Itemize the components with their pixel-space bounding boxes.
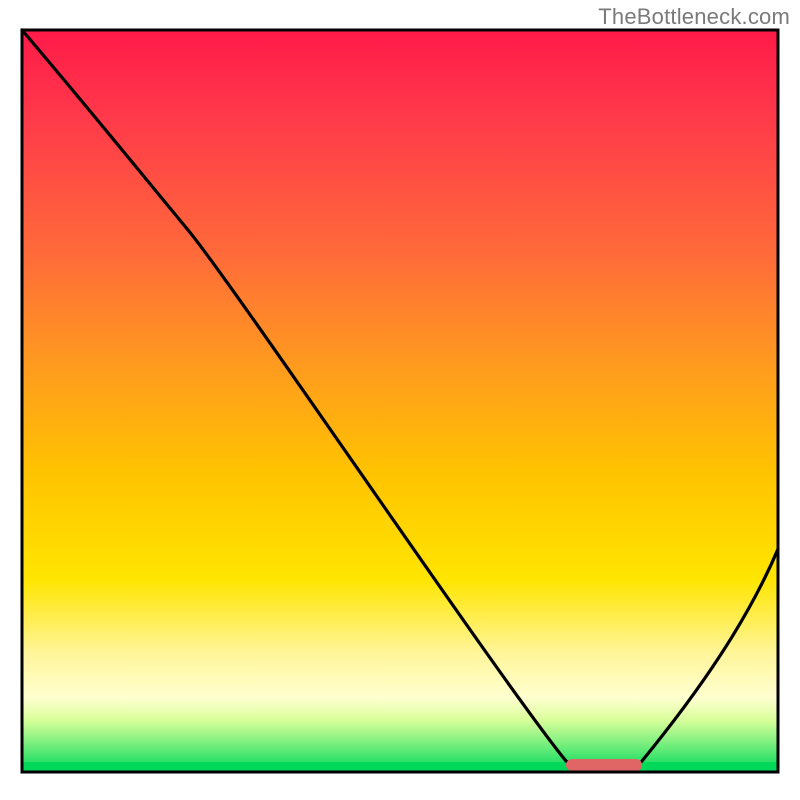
optimum-marker [566, 759, 642, 771]
chart-svg [0, 0, 800, 800]
gradient-background [22, 30, 778, 772]
watermark-text: TheBottleneck.com [598, 4, 790, 30]
chart-container: TheBottleneck.com [0, 0, 800, 800]
plot-area [22, 30, 778, 772]
